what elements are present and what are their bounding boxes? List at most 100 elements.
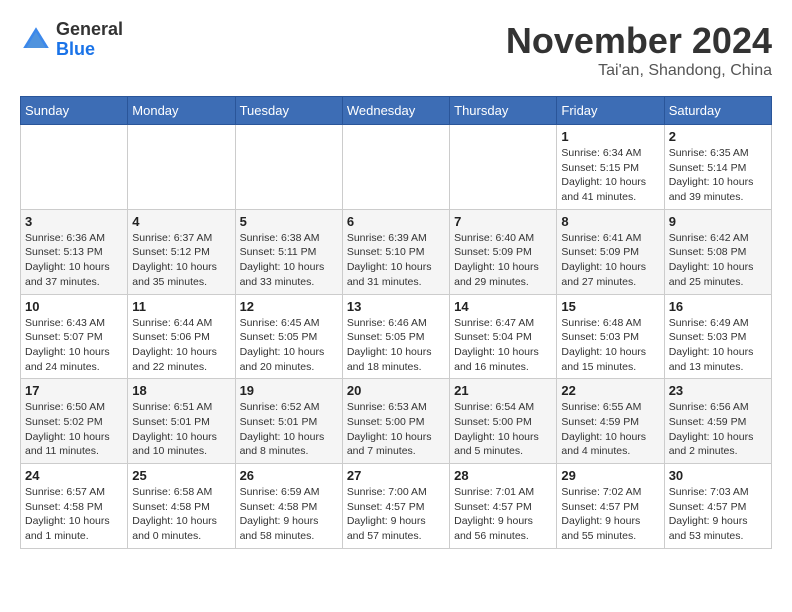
day-info: Sunrise: 6:44 AMSunset: 5:06 PMDaylight:… <box>132 316 230 375</box>
calendar-cell: 9 Sunrise: 6:42 AMSunset: 5:08 PMDaylight… <box>664 209 771 294</box>
calendar-cell: 13Sunrise: 6:46 AMSunset: 5:05 PMDayligh… <box>342 294 449 379</box>
month-title: November 2024 <box>506 20 772 62</box>
day-number: 21 <box>454 383 552 398</box>
calendar-cell: 4 Sunrise: 6:37 AMSunset: 5:12 PMDaylight… <box>128 209 235 294</box>
calendar-cell: 2 Sunrise: 6:35 AMSunset: 5:14 PMDaylight… <box>664 125 771 210</box>
day-number: 25 <box>132 468 230 483</box>
calendar-cell: 25 Sunrise: 6:58 AMSunset: 4:58 PMDayligh… <box>128 464 235 549</box>
calendar-cell: 22 Sunrise: 6:55 AMSunset: 4:59 PMDayligh… <box>557 379 664 464</box>
logo-blue-text: Blue <box>56 39 95 59</box>
logo-icon <box>20 24 52 56</box>
day-info: Sunrise: 6:59 AMSunset: 4:58 PMDaylight:… <box>240 485 338 544</box>
day-number: 2 <box>669 129 767 144</box>
day-info: Sunrise: 6:53 AMSunset: 5:00 PMDaylight:… <box>347 400 445 459</box>
day-info: Sunrise: 7:01 AMSunset: 4:57 PMDaylight:… <box>454 485 552 544</box>
day-info: Sunrise: 7:03 AMSunset: 4:57 PMDaylight:… <box>669 485 767 544</box>
day-info: Sunrise: 6:56 AMSunset: 4:59 PMDaylight:… <box>669 400 767 459</box>
day-info: Sunrise: 6:40 AMSunset: 5:09 PMDaylight:… <box>454 231 552 290</box>
day-number: 27 <box>347 468 445 483</box>
calendar-week-row: 17 Sunrise: 6:50 AMSunset: 5:02 PMDayligh… <box>21 379 772 464</box>
calendar-cell: 23Sunrise: 6:56 AMSunset: 4:59 PMDayligh… <box>664 379 771 464</box>
day-info: Sunrise: 7:02 AMSunset: 4:57 PMDaylight:… <box>561 485 659 544</box>
day-number: 10 <box>25 299 123 314</box>
calendar-cell: 14 Sunrise: 6:47 AMSunset: 5:04 PMDayligh… <box>450 294 557 379</box>
day-info: Sunrise: 6:54 AMSunset: 5:00 PMDaylight:… <box>454 400 552 459</box>
day-number: 4 <box>132 214 230 229</box>
day-number: 3 <box>25 214 123 229</box>
day-number: 22 <box>561 383 659 398</box>
calendar-cell: 30 Sunrise: 7:03 AMSunset: 4:57 PMDayligh… <box>664 464 771 549</box>
day-info: Sunrise: 6:48 AMSunset: 5:03 PMDaylight:… <box>561 316 659 375</box>
day-number: 12 <box>240 299 338 314</box>
day-info: Sunrise: 6:38 AMSunset: 5:11 PMDaylight:… <box>240 231 338 290</box>
day-info: Sunrise: 6:37 AMSunset: 5:12 PMDaylight:… <box>132 231 230 290</box>
day-info: Sunrise: 6:34 AMSunset: 5:15 PMDaylight:… <box>561 146 659 205</box>
calendar-cell: 15 Sunrise: 6:48 AMSunset: 5:03 PMDayligh… <box>557 294 664 379</box>
day-number: 9 <box>669 214 767 229</box>
day-number: 14 <box>454 299 552 314</box>
day-number: 19 <box>240 383 338 398</box>
day-info: Sunrise: 6:35 AMSunset: 5:14 PMDaylight:… <box>669 146 767 205</box>
day-info: Sunrise: 6:47 AMSunset: 5:04 PMDaylight:… <box>454 316 552 375</box>
day-number: 17 <box>25 383 123 398</box>
calendar-cell <box>342 125 449 210</box>
day-info: Sunrise: 6:50 AMSunset: 5:02 PMDaylight:… <box>25 400 123 459</box>
calendar-cell <box>235 125 342 210</box>
calendar-cell: 8 Sunrise: 6:41 AMSunset: 5:09 PMDaylight… <box>557 209 664 294</box>
logo: General Blue <box>20 20 123 60</box>
day-number: 1 <box>561 129 659 144</box>
calendar-cell: 18 Sunrise: 6:51 AMSunset: 5:01 PMDayligh… <box>128 379 235 464</box>
day-number: 5 <box>240 214 338 229</box>
day-number: 6 <box>347 214 445 229</box>
day-info: Sunrise: 6:42 AMSunset: 5:08 PMDaylight:… <box>669 231 767 290</box>
day-info: Sunrise: 6:51 AMSunset: 5:01 PMDaylight:… <box>132 400 230 459</box>
weekday-header: Monday <box>128 97 235 125</box>
day-number: 8 <box>561 214 659 229</box>
location-text: Tai'an, Shandong, China <box>506 62 772 80</box>
calendar-week-row: 1 Sunrise: 6:34 AMSunset: 5:15 PMDaylight… <box>21 125 772 210</box>
day-info: Sunrise: 7:00 AMSunset: 4:57 PMDaylight:… <box>347 485 445 544</box>
calendar-header-row: SundayMondayTuesdayWednesdayThursdayFrid… <box>21 97 772 125</box>
day-info: Sunrise: 6:57 AMSunset: 4:58 PMDaylight:… <box>25 485 123 544</box>
day-number: 20 <box>347 383 445 398</box>
logo-general-text: General <box>56 19 123 39</box>
day-number: 7 <box>454 214 552 229</box>
calendar-cell: 3Sunrise: 6:36 AMSunset: 5:13 PMDaylight… <box>21 209 128 294</box>
day-number: 30 <box>669 468 767 483</box>
day-number: 11 <box>132 299 230 314</box>
weekday-header: Thursday <box>450 97 557 125</box>
calendar-week-row: 3Sunrise: 6:36 AMSunset: 5:13 PMDaylight… <box>21 209 772 294</box>
calendar-cell: 19Sunrise: 6:52 AMSunset: 5:01 PMDayligh… <box>235 379 342 464</box>
day-number: 24 <box>25 468 123 483</box>
day-info: Sunrise: 6:39 AMSunset: 5:10 PMDaylight:… <box>347 231 445 290</box>
calendar-cell: 11 Sunrise: 6:44 AMSunset: 5:06 PMDayligh… <box>128 294 235 379</box>
page-header: General Blue November 2024 Tai'an, Shand… <box>20 20 772 80</box>
day-number: 16 <box>669 299 767 314</box>
day-info: Sunrise: 6:43 AMSunset: 5:07 PMDaylight:… <box>25 316 123 375</box>
calendar-cell: 1 Sunrise: 6:34 AMSunset: 5:15 PMDaylight… <box>557 125 664 210</box>
calendar-cell <box>450 125 557 210</box>
calendar-cell <box>21 125 128 210</box>
calendar-cell: 6 Sunrise: 6:39 AMSunset: 5:10 PMDaylight… <box>342 209 449 294</box>
calendar-cell: 27 Sunrise: 7:00 AMSunset: 4:57 PMDayligh… <box>342 464 449 549</box>
day-info: Sunrise: 6:55 AMSunset: 4:59 PMDaylight:… <box>561 400 659 459</box>
calendar-cell: 12 Sunrise: 6:45 AMSunset: 5:05 PMDayligh… <box>235 294 342 379</box>
day-info: Sunrise: 6:45 AMSunset: 5:05 PMDaylight:… <box>240 316 338 375</box>
day-number: 15 <box>561 299 659 314</box>
day-number: 26 <box>240 468 338 483</box>
day-number: 18 <box>132 383 230 398</box>
calendar-cell: 10 Sunrise: 6:43 AMSunset: 5:07 PMDayligh… <box>21 294 128 379</box>
calendar-cell: 24 Sunrise: 6:57 AMSunset: 4:58 PMDayligh… <box>21 464 128 549</box>
day-info: Sunrise: 6:41 AMSunset: 5:09 PMDaylight:… <box>561 231 659 290</box>
calendar-table: SundayMondayTuesdayWednesdayThursdayFrid… <box>20 96 772 549</box>
day-info: Sunrise: 6:58 AMSunset: 4:58 PMDaylight:… <box>132 485 230 544</box>
calendar-cell: 28Sunrise: 7:01 AMSunset: 4:57 PMDayligh… <box>450 464 557 549</box>
weekday-header: Tuesday <box>235 97 342 125</box>
weekday-header: Friday <box>557 97 664 125</box>
calendar-cell: 21 Sunrise: 6:54 AMSunset: 5:00 PMDayligh… <box>450 379 557 464</box>
day-number: 13 <box>347 299 445 314</box>
calendar-cell: 26 Sunrise: 6:59 AMSunset: 4:58 PMDayligh… <box>235 464 342 549</box>
calendar-cell: 7 Sunrise: 6:40 AMSunset: 5:09 PMDaylight… <box>450 209 557 294</box>
day-info: Sunrise: 6:49 AMSunset: 5:03 PMDaylight:… <box>669 316 767 375</box>
calendar-cell: 5 Sunrise: 6:38 AMSunset: 5:11 PMDaylight… <box>235 209 342 294</box>
